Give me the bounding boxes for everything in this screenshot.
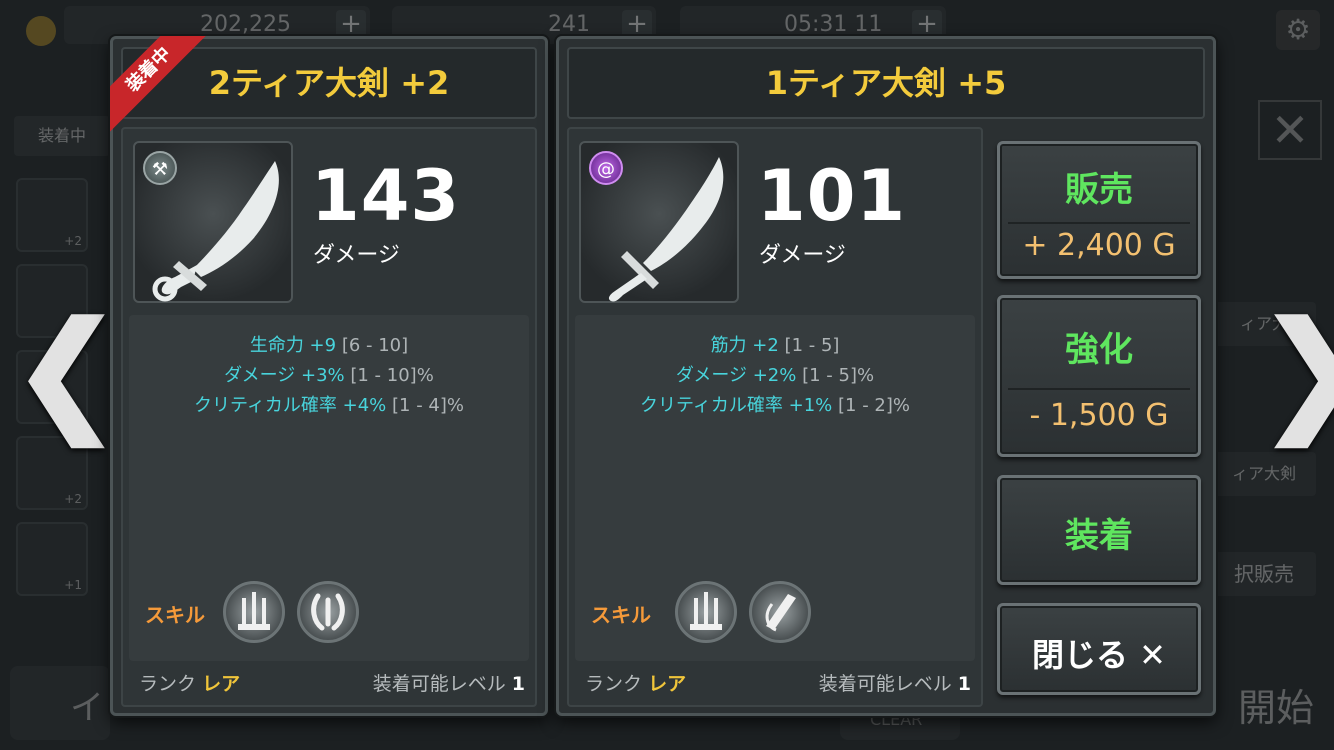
skill-label: スキル <box>145 603 205 627</box>
slash-skill-icon[interactable] <box>749 581 811 643</box>
slot-ring[interactable]: +1 <box>16 522 88 596</box>
skill-label: スキル <box>591 603 651 627</box>
gold-value: 202,225 <box>200 12 291 37</box>
equip-label: 装着 <box>1065 516 1133 556</box>
tab-equipped[interactable]: 装着中 <box>14 116 110 156</box>
equipped-ribbon: 装着中 <box>110 36 206 132</box>
stat-line: 生命力 +9 [6 - 10] <box>249 335 409 356</box>
item-details: @ 101 ダメージ 筋力 +2 [1 - 5] ダメージ +2% [1 - 5… <box>567 127 983 707</box>
damage-value: 101 <box>757 155 907 237</box>
bg-close-icon: ✕ <box>1258 100 1322 160</box>
enhance-cost: - 1,500 G <box>1029 398 1169 433</box>
equip-button[interactable]: 装着 <box>997 475 1201 585</box>
gear-icon[interactable]: ⚙ <box>1276 10 1320 50</box>
sword-rain-skill-icon[interactable] <box>223 581 285 643</box>
claw-skill-icon[interactable] <box>297 581 359 643</box>
close-label: 閉じる ✕ <box>1032 636 1166 674</box>
sword-rain-skill-icon[interactable] <box>675 581 737 643</box>
stat-line: クリティカル確率 +1% [1 - 2]% <box>639 395 910 416</box>
stamina-value: 05:31 11 <box>784 12 883 37</box>
equipped-ribbon-label: 装着中 <box>110 36 206 132</box>
bulk-sell-button[interactable]: 択販売 <box>1212 552 1316 596</box>
sell-button[interactable]: 販売 + 2,400 G <box>997 141 1201 279</box>
start-button[interactable]: 開始 <box>1238 677 1314 732</box>
bg-bottom-left: イ <box>10 666 110 740</box>
prev-item-arrow[interactable]: ❮ <box>12 300 121 440</box>
sell-label: 販売 <box>1065 170 1133 210</box>
slot-necklace[interactable]: +2 <box>16 436 88 510</box>
stat-line: クリティカル確率 +4% [1 - 4]% <box>193 395 464 416</box>
slot-weapon[interactable]: +2 <box>16 178 88 252</box>
enhance-button[interactable]: 強化 - 1,500 G <box>997 295 1201 457</box>
selected-item-card: 1ティア大剣 +5 @ 101 ダメージ 筋力 +2 [1 - 5] ダメージ … <box>556 36 1216 716</box>
rank-info: ランク レア <box>585 673 687 695</box>
equipped-item-card: 2ティア大剣 +2 装着中 ⚒ 143 ダメージ 生命力 +9 [6 - 10]… <box>110 36 548 716</box>
item-title: 1ティア大剣 +5 <box>567 47 1205 119</box>
required-level: 装着可能レベル 1 <box>372 673 525 695</box>
close-button[interactable]: 閉じる ✕ <box>997 603 1201 695</box>
greatsword-icon: @ <box>579 141 739 303</box>
stat-line: ダメージ +2% [1 - 5]% <box>675 365 875 386</box>
damage-label: ダメージ <box>759 243 846 268</box>
item-details: ⚒ 143 ダメージ 生命力 +9 [6 - 10] ダメージ +3% [1 -… <box>121 127 537 707</box>
stat-line: 筋力 +2 [1 - 5] <box>710 335 840 356</box>
enhance-label: 強化 <box>1065 330 1133 370</box>
damage-label: ダメージ <box>313 243 400 268</box>
anvil-grade-icon: ⚒ <box>143 151 177 185</box>
greatsword-icon: ⚒ <box>133 141 293 303</box>
sell-amount: + 2,400 G <box>1022 228 1176 263</box>
gem-value: 241 <box>548 12 590 37</box>
bg-item-label-2: ィア大剣 <box>1212 452 1316 496</box>
rank-info: ランク レア <box>139 673 241 695</box>
next-item-arrow[interactable]: ❯ <box>1258 300 1334 440</box>
gold-coin-icon <box>26 16 56 46</box>
stat-line: ダメージ +3% [1 - 10]% <box>224 365 434 386</box>
swirl-grade-icon: @ <box>589 151 623 185</box>
damage-value: 143 <box>311 155 461 237</box>
required-level: 装着可能レベル 1 <box>818 673 971 695</box>
